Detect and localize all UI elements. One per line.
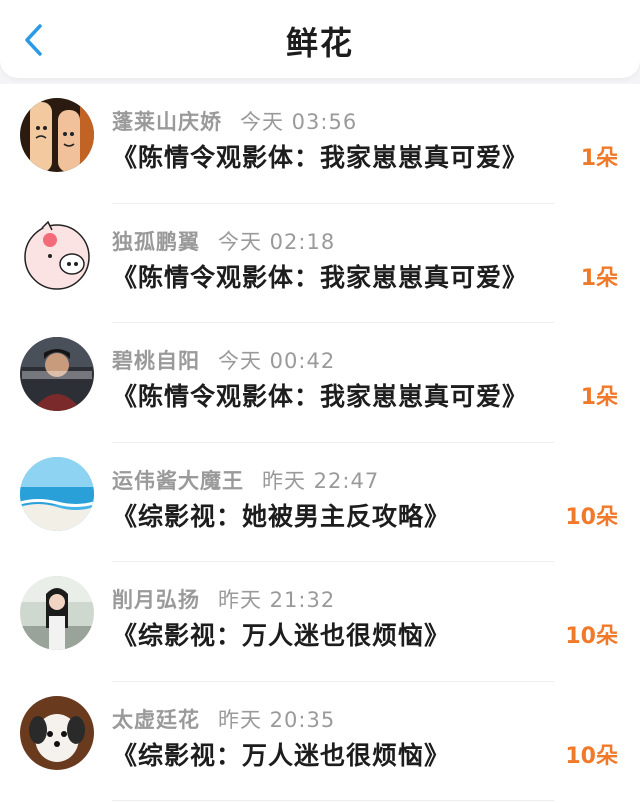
item-meta: 蓬莱山庆娇 今天 03:56 [112, 106, 357, 134]
book-title[interactable]: 《陈情令观影体：我家崽崽真可爱》 [112, 138, 528, 174]
person-photo-avatar[interactable] [20, 337, 94, 411]
list-item[interactable]: 碧桃自阳 今天 00:42 《陈情令观影体：我家崽崽真可爱》 1朵 [0, 323, 640, 443]
username[interactable]: 碧桃自阳 [112, 349, 200, 373]
list-item[interactable]: 太虚廷花 昨天 20:35 《综影视：万人迷也很烦恼》 10朵 [0, 682, 640, 801]
list-item[interactable]: 独孤鹏翼 今天 02:18 《陈情令观影体：我家崽崽真可爱》 1朵 [0, 204, 640, 323]
flower-count: 10朵 [565, 504, 618, 530]
timestamp: 昨天 21:32 [218, 588, 336, 612]
list-item[interactable]: 削月弘扬 昨天 21:32 《综影视：万人迷也很烦恼》 10朵 [0, 562, 640, 682]
username[interactable]: 削月弘扬 [112, 588, 200, 612]
username[interactable]: 独孤鹏翼 [112, 230, 200, 254]
timestamp: 今天 02:18 [218, 229, 336, 254]
cartoon-pig-avatar[interactable] [20, 217, 94, 292]
girl-photo-avatar[interactable] [20, 576, 94, 650]
book-title[interactable]: 《综影视：她被男主反攻略》 [112, 497, 450, 533]
flower-count: 10朵 [565, 743, 618, 769]
puppy-avatar[interactable] [20, 695, 94, 770]
username[interactable]: 运伟酱大魔王 [112, 469, 244, 493]
timestamp: 今天 00:42 [218, 349, 336, 373]
flower-list: 蓬莱山庆娇 今天 03:56 《陈情令观影体：我家崽崽真可爱》 1朵 独孤鹏翼 今天… [0, 84, 640, 803]
book-title[interactable]: 《综影视：万人迷也很烦恼》 [112, 736, 450, 772]
book-title[interactable]: 《陈情令观影体：我家崽崽真可爱》 [112, 377, 528, 413]
timestamp: 昨天 22:47 [262, 468, 380, 493]
flower-count: 1朵 [580, 265, 618, 291]
top-bar: 鲜花 [0, 0, 640, 78]
fingers-faces-avatar[interactable] [20, 98, 94, 172]
list-item[interactable]: 蓬莱山庆娇 今天 03:56 《陈情令观影体：我家崽崽真可爱》 1朵 [0, 84, 640, 204]
username[interactable]: 蓬莱山庆娇 [112, 110, 222, 134]
flower-count: 10朵 [565, 624, 618, 649]
item-meta: 运伟酱大魔王 昨天 22:47 [112, 465, 379, 493]
item-meta: 独孤鹏翼 今天 02:18 [112, 226, 335, 254]
list-item[interactable]: 运伟酱大魔王 昨天 22:47 《综影视：她被男主反攻略》 10朵 [0, 443, 640, 562]
flower-count: 1朵 [580, 385, 618, 410]
divider [112, 800, 554, 801]
item-meta: 削月弘扬 昨天 21:32 [112, 584, 335, 612]
item-meta: 碧桃自阳 今天 00:42 [112, 345, 335, 373]
page-title: 鲜花 [285, 24, 354, 62]
timestamp: 昨天 20:35 [218, 707, 336, 732]
beach-avatar[interactable] [20, 456, 94, 531]
item-meta: 太虚廷花 昨天 20:35 [112, 704, 335, 732]
username[interactable]: 太虚廷花 [112, 708, 200, 732]
flower-count: 1朵 [580, 146, 618, 171]
book-title[interactable]: 《陈情令观影体：我家崽崽真可爱》 [112, 258, 528, 294]
book-title[interactable]: 《综影视：万人迷也很烦恼》 [112, 616, 450, 652]
timestamp: 今天 03:56 [240, 110, 358, 134]
